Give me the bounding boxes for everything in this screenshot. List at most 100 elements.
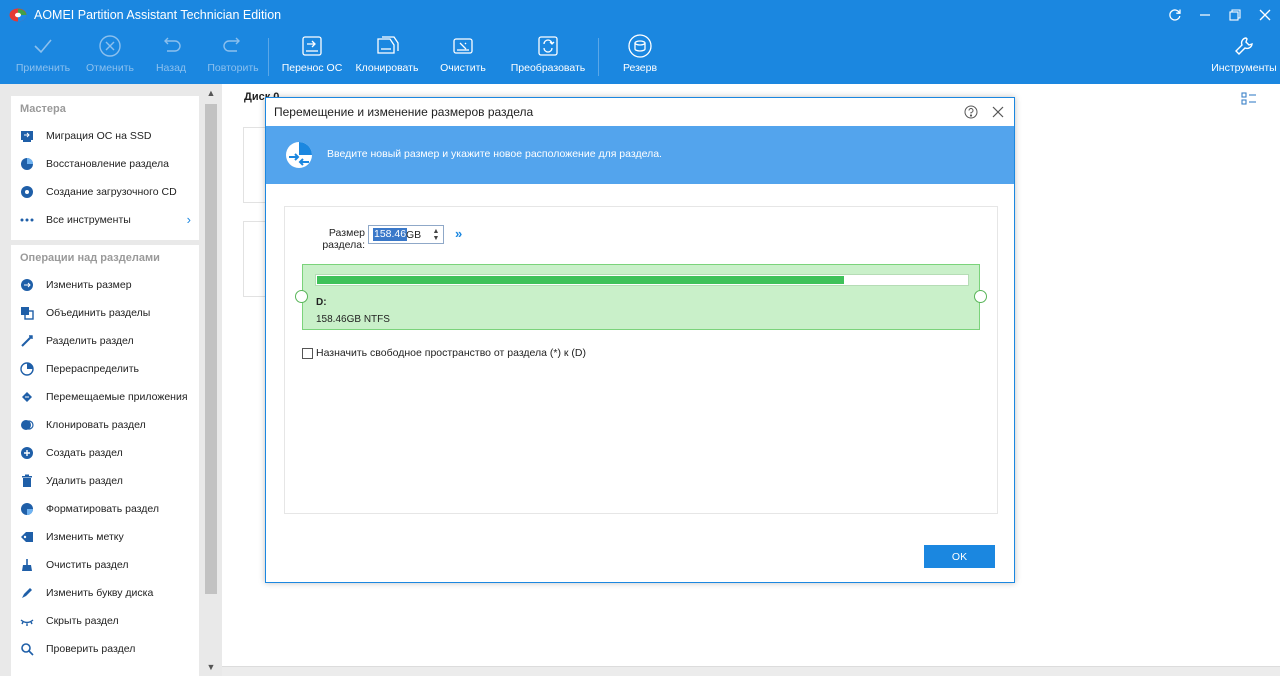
view-toggle-icon[interactable] xyxy=(1240,90,1258,108)
dialog-close-icon[interactable] xyxy=(991,105,1005,119)
sidebar-item-merge[interactable]: Объединить разделы xyxy=(11,299,199,327)
minimize-icon xyxy=(1200,14,1210,16)
sidebar-item-all-tools[interactable]: Все инструменты › xyxy=(11,206,199,234)
allocate-free-space-checkbox[interactable] xyxy=(302,347,313,359)
partition-bar[interactable]: D: 158.46GB NTFS xyxy=(295,264,987,330)
create-partition-icon xyxy=(20,446,34,460)
resize-move-dialog: Перемещение и изменение размеров раздела… xyxy=(265,97,1015,583)
sidebar-item-delete-partition[interactable]: Удалить раздел xyxy=(11,467,199,495)
partition-size-label: Размер раздела: xyxy=(322,227,365,251)
convert-button[interactable]: Преобразовать xyxy=(508,30,588,84)
sidebar-item-bootable-cd[interactable]: Создание загрузочного CD xyxy=(11,178,199,206)
format-icon xyxy=(20,502,34,516)
sidebar-item-resize[interactable]: Изменить размер xyxy=(11,271,199,299)
wizards-title: Мастера xyxy=(20,103,66,115)
sidebar-scrollbar[interactable]: ▲ ▼ xyxy=(204,84,218,676)
spin-up-icon[interactable]: ▲ xyxy=(433,228,440,235)
sidebar-item-split[interactable]: Разделить раздел xyxy=(11,327,199,355)
checkmark-icon xyxy=(34,39,52,54)
resize-icon xyxy=(20,278,34,292)
restore-icon xyxy=(1229,9,1241,21)
split-icon xyxy=(20,334,34,348)
scrollbar-thumb[interactable] xyxy=(205,104,217,594)
scroll-up-icon[interactable]: ▲ xyxy=(204,86,218,100)
title-bar: AOMEI Partition Assistant Technician Edi… xyxy=(0,0,1280,30)
wipe-disk-icon xyxy=(453,38,473,54)
sidebar-item-clone-partition[interactable]: Клонировать раздел xyxy=(11,411,199,439)
clone-partition-icon xyxy=(20,418,34,432)
redo-button[interactable]: Повторить xyxy=(206,30,260,84)
spin-down-icon[interactable]: ▼ xyxy=(433,235,440,242)
help-icon[interactable] xyxy=(964,105,978,119)
splitter-bar[interactable] xyxy=(222,666,1280,676)
sidebar-item-create-partition[interactable]: Создать раздел xyxy=(11,439,199,467)
backup-button[interactable]: Резерв xyxy=(616,30,664,84)
close-icon xyxy=(1259,9,1271,21)
delete-icon xyxy=(20,474,34,488)
dialog-banner: Введите новый размер и укажите новое рас… xyxy=(266,126,1014,184)
partition-usage-fill xyxy=(317,276,844,284)
operations-title: Операции над разделами xyxy=(20,252,160,264)
allocate-icon xyxy=(20,362,34,376)
sidebar-item-app-mover[interactable]: Перемещаемые приложения xyxy=(11,383,199,411)
partition-size-input[interactable]: 158.46 GB ▲ ▼ xyxy=(368,225,444,244)
partition-info: 158.46GB NTFS xyxy=(316,314,390,325)
check-icon xyxy=(20,642,34,656)
clone-button[interactable]: Клонировать xyxy=(354,30,420,84)
size-value[interactable]: 158.46 xyxy=(373,228,408,241)
refresh-icon xyxy=(1169,9,1181,21)
discard-button[interactable]: Отменить xyxy=(85,30,135,84)
convert-icon xyxy=(538,36,558,56)
wizards-panel: Мастера Миграция ОС на SSD Восстановлени… xyxy=(11,96,199,240)
toolbar-separator xyxy=(268,38,269,76)
drive-letter-icon xyxy=(20,586,34,600)
scroll-down-icon[interactable]: ▼ xyxy=(204,660,218,674)
sidebar-item-change-drive-letter[interactable]: Изменить букву диска xyxy=(11,579,199,607)
allocate-free-space-label: Назначить свободное пространство от разд… xyxy=(316,347,586,359)
migrate-os-button[interactable]: Перенос ОС xyxy=(282,30,342,84)
right-resize-handle[interactable] xyxy=(974,290,987,303)
clone-disk-icon xyxy=(377,36,399,54)
wipe-button[interactable]: Очистить xyxy=(437,30,489,84)
left-resize-handle[interactable] xyxy=(295,290,308,303)
dialog-content: Размер раздела: 158.46 GB ▲ ▼ » D: 158.4… xyxy=(284,206,998,514)
merge-icon xyxy=(20,306,34,320)
toolbar-separator xyxy=(598,38,599,76)
apply-button[interactable]: Применить xyxy=(16,30,70,84)
sidebar-item-change-label[interactable]: Изменить метку xyxy=(11,523,199,551)
redo-icon xyxy=(223,37,240,52)
expand-options-icon[interactable]: » xyxy=(455,226,462,241)
left-sidebar: Мастера Миграция ОС на SSD Восстановлени… xyxy=(0,84,222,676)
restore-button[interactable] xyxy=(1220,0,1250,30)
migrate-os-icon xyxy=(302,36,322,56)
sidebar-item-wipe-partition[interactable]: Очистить раздел xyxy=(11,551,199,579)
sidebar-item-format-partition[interactable]: Форматировать раздел xyxy=(11,495,199,523)
sidebar-item-partition-recovery[interactable]: Восстановление раздела xyxy=(11,150,199,178)
tools-button[interactable]: Инструменты xyxy=(1210,30,1278,84)
backup-icon xyxy=(628,34,652,58)
discard-icon xyxy=(99,35,121,57)
partition-operations-panel: Операции над разделами Изменить размер О… xyxy=(11,245,199,676)
partition-usage-track xyxy=(315,274,969,286)
sidebar-item-hide-partition[interactable]: Скрыть раздел xyxy=(11,607,199,635)
banner-instruction: Введите новый размер и укажите новое рас… xyxy=(327,148,662,160)
undo-button[interactable]: Назад xyxy=(152,30,190,84)
dialog-title: Перемещение и изменение размеров раздела xyxy=(274,105,534,119)
migrate-os-icon xyxy=(20,129,34,143)
sidebar-item-check-partition[interactable]: Проверить раздел xyxy=(11,635,199,663)
minimize-button[interactable] xyxy=(1190,0,1220,30)
bootable-cd-icon xyxy=(20,185,34,199)
sidebar-item-migrate-os[interactable]: Миграция ОС на SSD xyxy=(11,122,199,150)
sidebar-item-allocate[interactable]: Перераспределить xyxy=(11,355,199,383)
hide-icon xyxy=(20,614,34,628)
allocate-free-space-option[interactable]: Назначить свободное пространство от разд… xyxy=(302,347,586,359)
size-spinner[interactable]: ▲ ▼ xyxy=(431,227,441,242)
refresh-button[interactable] xyxy=(1160,0,1190,30)
ok-button[interactable]: OK xyxy=(924,545,995,568)
label-icon xyxy=(20,530,34,544)
tools-icon xyxy=(1235,37,1253,55)
dialog-title-bar: Перемещение и изменение размеров раздела xyxy=(266,98,1014,126)
move-resize-icon xyxy=(284,140,314,170)
close-window-button[interactable] xyxy=(1250,0,1280,30)
app-mover-icon xyxy=(20,390,34,404)
